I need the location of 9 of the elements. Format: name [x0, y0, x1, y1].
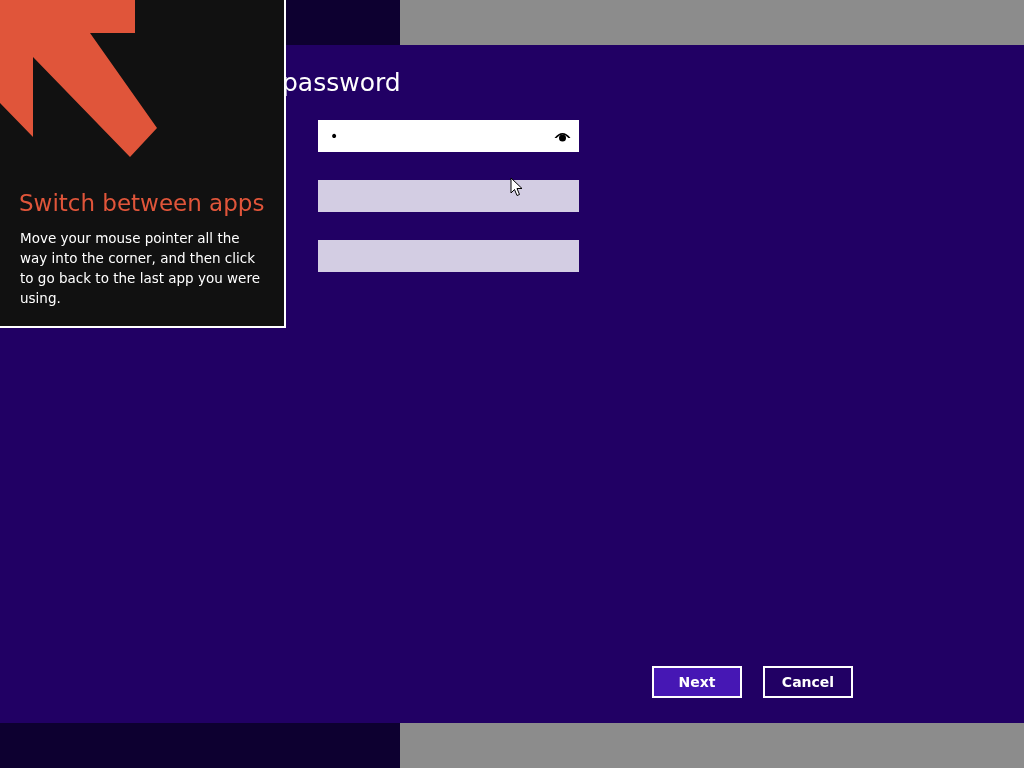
eye-icon[interactable]	[554, 131, 571, 142]
cancel-button[interactable]: Cancel	[763, 666, 853, 698]
tip-text: Move your mouse pointer all the way into the corner, and then click to go back to the last app you were using.	[20, 229, 261, 308]
password-field[interactable]	[318, 240, 579, 272]
password-field[interactable]	[318, 180, 579, 212]
password-field[interactable]: •	[318, 120, 579, 152]
mouse-pointer-icon	[510, 177, 524, 197]
tip-title: Switch between apps	[19, 189, 265, 218]
next-button[interactable]: Next	[652, 666, 742, 698]
